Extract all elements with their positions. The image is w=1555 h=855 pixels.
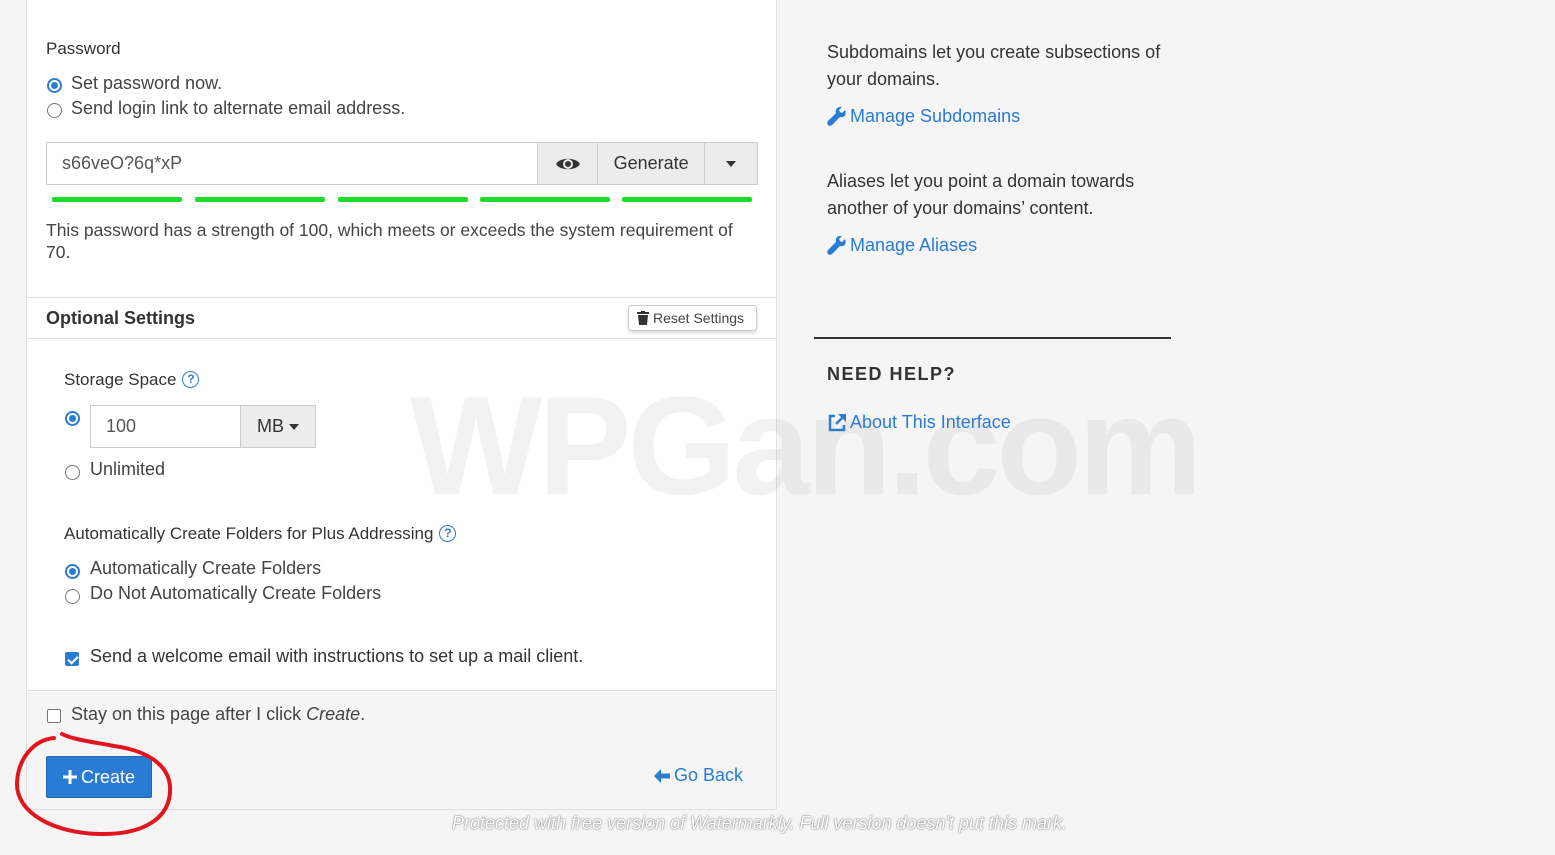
password-input-group: Generate [46,142,758,185]
watermark-notice: Protected with free version of Watermark… [452,813,1068,833]
arrow-left-icon [654,768,670,783]
auto-create-folders-label: Automatically Create Folders [90,558,322,578]
manage-aliases-link[interactable]: Manage Aliases [827,235,977,256]
stay-on-page-text: Stay on this page after I click [71,704,307,724]
help-icon[interactable]: ? [439,525,457,542]
stay-on-page-label: Stay on this page after I click Create. [71,704,365,725]
plus-addressing-label: Automatically Create Folders for Plus Ad… [64,524,457,544]
create-button[interactable]: Create [46,756,152,798]
storage-space-label: Storage Space? [64,370,200,390]
manage-subdomains-label: Manage Subdomains [850,106,1021,126]
form-footer: Stay on this page after I click Create. … [27,690,776,809]
storage-limit-radio[interactable] [65,411,80,426]
manage-subdomains-link[interactable]: Manage Subdomains [827,106,1020,127]
storage-quota-input[interactable] [90,405,241,448]
stay-on-page-emphasis: Create [306,704,361,724]
about-interface-label: About This Interface [850,412,1011,432]
generate-options-toggle[interactable] [705,142,758,185]
trash-icon [637,311,649,325]
password-strength-text: This password has a strength of 100, whi… [46,220,733,262]
stay-on-page-suffix: . [360,704,366,724]
optional-settings-header: Optional Settings Reset Settings [27,297,776,339]
aliases-description: Aliases let you point a domain towards a… [827,171,1135,218]
welcome-email-label: Send a welcome email with instructions t… [90,646,584,666]
help-icon[interactable]: ? [182,371,200,388]
plus-addressing-text: Automatically Create Folders for Plus Ad… [64,524,434,543]
optional-settings-title: Optional Settings [46,308,196,328]
generate-button[interactable]: Generate [598,142,706,185]
manage-aliases-label: Manage Aliases [850,235,978,255]
go-back-label: Go Back [674,765,744,785]
send-login-link-radio[interactable] [47,103,62,118]
welcome-email-checkbox[interactable] [65,652,79,666]
plus-icon [62,770,77,784]
storage-unlimited-radio[interactable] [65,465,80,480]
storage-unlimited-label: Unlimited [90,459,166,479]
storage-unit-dropdown[interactable]: MB [240,405,316,448]
storage-space-text: Storage Space [64,370,177,389]
caret-down-icon [289,423,299,430]
subdomains-description: Subdomains let you create subsections of… [827,42,1161,89]
no-auto-folders-radio[interactable] [65,589,80,604]
stay-on-page-checkbox[interactable] [47,709,61,723]
password-label: Password [46,39,121,58]
divider [814,337,1171,339]
storage-unit-label: MB [257,416,284,436]
show-password-button[interactable] [537,142,599,185]
reset-settings-label: Reset Settings [653,310,745,326]
about-interface-link[interactable]: About This Interface [827,412,1011,433]
create-button-label: Create [80,766,136,787]
password-field[interactable] [46,142,538,185]
strength-segment [195,197,325,202]
eye-icon [555,158,580,169]
strength-segment [338,197,468,202]
go-back-link[interactable]: Go Back [654,765,743,786]
strength-segment [622,197,752,202]
create-email-form: Password Set password now. Send login li… [26,0,777,810]
strength-segment [480,197,610,202]
caret-down-icon [726,160,737,167]
external-link-icon [828,413,846,431]
page: Password Set password now. Send login li… [0,0,1555,855]
need-help-heading: NEED HELP? [827,364,957,384]
set-password-label: Set password now. [71,73,223,93]
send-login-link-label: Send login link to alternate email addre… [71,98,406,118]
reset-settings-button[interactable]: Reset Settings [628,305,757,331]
strength-segment [52,197,182,202]
set-password-radio[interactable] [47,78,62,93]
wrench-icon [827,106,846,126]
auto-create-folders-radio[interactable] [65,564,80,579]
wrench-icon [827,235,846,255]
no-auto-folders-label: Do Not Automatically Create Folders [90,583,382,603]
